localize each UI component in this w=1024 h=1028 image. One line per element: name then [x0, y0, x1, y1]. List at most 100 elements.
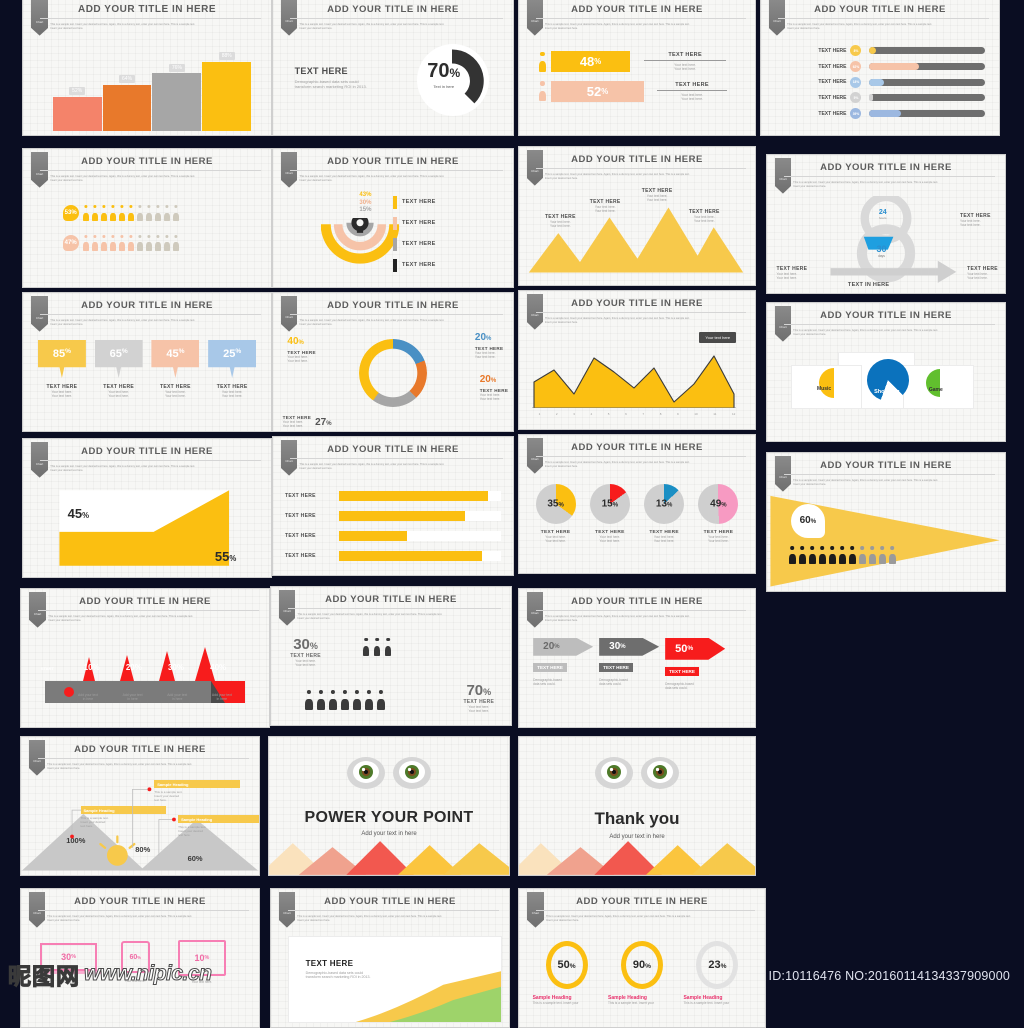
slider-row[interactable]: TEXT HERE 5%	[775, 92, 985, 104]
pie-item[interactable]: 15% TEXT HERE Your text here. Your text her…	[584, 483, 636, 543]
legend-swatch	[393, 258, 398, 272]
slide-area-green[interactable]: Chart ADD YOUR TITLE IN HERE This is a s…	[270, 888, 510, 1028]
hbar-row[interactable]: TEXT HERE	[285, 531, 501, 542]
tag-item[interactable]: 65% TEXT HERE Your text here. Your text her…	[94, 339, 143, 398]
slide-donut-4seg[interactable]: Chart ADD YOUR TITLE IN HERE This is a s…	[272, 292, 514, 432]
legend-item[interactable]: TEXT HERE	[393, 258, 499, 272]
tag-sub: Your text here.	[108, 393, 129, 398]
slide-area-line[interactable]: Chart ADD YOUR TITLE IN HERE This is a s…	[518, 290, 756, 430]
bar-item: 88%	[202, 48, 252, 131]
pie-item[interactable]: 49% TEXT HERE Your text here. Your text her…	[692, 483, 744, 543]
hbar-row[interactable]: TEXT HERE	[285, 510, 501, 521]
hbar-row[interactable]: TEXT HERE	[285, 551, 501, 562]
slide-subtitle: This is a sample text. Insert your desir…	[545, 461, 741, 469]
slide-subtitle: This is a sample text. Insert your desir…	[787, 23, 985, 31]
value-badge: 53%	[62, 205, 79, 222]
ring-item[interactable]: 90% Sample Heading This is a sample text. …	[608, 941, 676, 1005]
subtitle-line: Insert your desired text here.	[793, 332, 827, 336]
pie-item[interactable]: 13% TEXT HERE Your text here. Your text her…	[638, 483, 690, 543]
slider-thumb[interactable]: 39%	[850, 108, 862, 120]
slide-arrows-3[interactable]: Chart ADD YOUR TITLE IN HERE This is a s…	[518, 588, 756, 728]
value: 40%	[210, 662, 227, 672]
slide-sliders[interactable]: Chart ADD YOUR TITLE IN HERE This is a s…	[760, 0, 1000, 136]
cycle-callout: TEXT HERE Your text here. Your text here…	[960, 213, 991, 227]
slide-mountain-callouts[interactable]: Chart ADD YOUR TITLE IN HERE This is a s…	[20, 736, 260, 876]
people-row	[362, 637, 392, 656]
page-title: ADD YOUR TITLE IN HERE	[74, 743, 206, 755]
title-divider	[783, 323, 996, 325]
arrow-item[interactable]: 30% TEXT HERE Demographic-based data sets c…	[599, 637, 660, 686]
gauge-values: 43% 30% 15%	[359, 192, 371, 215]
slide-subtitle: This is a sample text. Insert your desir…	[299, 463, 498, 471]
slider-thumb[interactable]: 8%	[850, 45, 862, 57]
slide-people-30-70[interactable]: Chart ADD YOUR TITLE IN HERE This is a s…	[270, 586, 512, 726]
slide-mountains[interactable]: Chart ADD YOUR TITLE IN HERE This is a s…	[518, 146, 756, 286]
page-title: ADD YOUR TITLE IN HERE	[571, 297, 703, 309]
hbar-track	[338, 510, 501, 521]
arrow-item[interactable]: 50% TEXT HERE Demographic-based data sets c…	[665, 637, 726, 690]
legend-item[interactable]: TEXT HERE	[393, 216, 499, 230]
slide-subtitle: This is a sample text. Insert your desir…	[299, 23, 498, 31]
slide-subtitle: This is a sample text. Insert your desir…	[47, 915, 245, 923]
arrow-item[interactable]: 20% TEXT HERE Demographic-based data sets c…	[533, 637, 594, 686]
slide-funnel-60[interactable]: Chart ADD YOUR TITLE IN HERE This is a s…	[766, 452, 1006, 592]
bar-item: 76%	[152, 48, 202, 131]
slide-tags-4[interactable]: Chart ADD YOUR TITLE IN HERE This is a s…	[22, 292, 272, 432]
tag-item[interactable]: 85% TEXT HERE Your text here. Your text her…	[37, 339, 86, 398]
bar-label: 52%	[69, 87, 86, 96]
slide-rings-3[interactable]: Chart ADD YOUR TITLE IN HERE This is a s…	[518, 888, 766, 1028]
subtitle-line: Insert your desired text here.	[297, 616, 331, 620]
value-bar: 48%	[550, 51, 631, 73]
slide-split-45-55[interactable]: Chart ADD YOUR TITLE IN HERE This is a s…	[22, 438, 272, 578]
slider-row[interactable]: TEXT HERE 8%	[775, 45, 985, 57]
slide-bar-growth[interactable]: Chart ADD YOUR TITLE IN HERE This is a s…	[22, 0, 272, 136]
cycle-callout: TEXT HERE Your text here. Your text here…	[777, 266, 808, 280]
slider-thumb[interactable]: 5%	[850, 92, 862, 104]
slide-timeline-red[interactable]: Chart ADD YOUR TITLE IN HERE This is a s…	[20, 588, 270, 728]
slider-track	[869, 94, 985, 102]
slide-pies-4[interactable]: Chart ADD YOUR TITLE IN HERE This is a s…	[518, 434, 756, 574]
cycle-bottom-caption: TEXT IN HERE	[847, 281, 890, 288]
slide-people-5347[interactable]: Chart ADD YOUR TITLE IN HERE This is a s…	[22, 148, 272, 288]
slider-thumb[interactable]: 18%	[850, 76, 862, 88]
subtitle-line: Insert your desired text here.	[50, 178, 84, 182]
slider-thumb[interactable]: 62%	[850, 61, 862, 73]
donut-callout: 20% TEXT HERE Your text here. Your text …	[480, 374, 508, 401]
page-title: ADD YOUR TITLE IN HERE	[820, 459, 952, 471]
bar-label: 76%	[168, 63, 185, 72]
slide-donut-70[interactable]: Chart ADD YOUR TITLE IN HERE This is a s…	[272, 0, 514, 136]
callout-label: TEXT HERE	[474, 345, 504, 351]
title-divider	[37, 909, 250, 911]
callout-value: 27%	[315, 416, 332, 428]
slider-row[interactable]: TEXT HERE 39%	[775, 108, 985, 120]
slide-pies-icons[interactable]: Chart ADD YOUR TITLE IN HERE This is a s…	[766, 302, 1006, 442]
slide-thank-you[interactable]: Thank you Add your text in here	[518, 736, 756, 876]
page-title: ADD YOUR TITLE IN HERE	[77, 3, 217, 15]
slider-fill	[869, 110, 901, 118]
subtitle-line: Insert your desired text here.	[546, 918, 580, 922]
slider-row[interactable]: TEXT HERE 18%	[775, 76, 985, 88]
slide-subtitle: This is a sample text. Insert your desir…	[545, 173, 741, 181]
pie-item[interactable]: 35% TEXT HERE Your text here. Your text her…	[530, 483, 582, 543]
page-title: ADD YOUR TITLE IN HERE	[327, 155, 459, 167]
slide-power-your-point[interactable]: POWER YOUR POINT Add your text in here	[268, 736, 510, 876]
slide-subtitle: This is a sample text. Insert your desir…	[297, 613, 496, 621]
subtitle-line: Insert your desired text here.	[544, 320, 578, 324]
legend-item[interactable]: TEXT HERE	[393, 195, 499, 209]
slide-gauge-legend[interactable]: Chart ADD YOUR TITLE IN HERE This is a s…	[272, 148, 514, 288]
slide-hbars-4[interactable]: Chart ADD YOUR TITLE IN HERE This is a s…	[272, 436, 514, 576]
hbar-row[interactable]: TEXT HERE	[285, 490, 501, 501]
subtitle-line: Insert your desired text here.	[793, 482, 827, 486]
legend-item[interactable]: TEXT HERE	[393, 237, 499, 251]
slide-gender-bars[interactable]: Chart ADD YOUR TITLE IN HERE This is a s…	[518, 0, 756, 136]
title-divider	[40, 313, 262, 315]
ring-item[interactable]: 50% Sample Heading This is a sample text. …	[533, 941, 601, 1005]
tag-item[interactable]: 25% TEXT HERE Your text here. Your text her…	[208, 339, 257, 398]
tag-item[interactable]: 45% TEXT HERE Your text here. Your text her…	[151, 339, 200, 398]
tag-value: 65%	[94, 339, 143, 378]
legend-label: TEXT HERE	[402, 262, 436, 269]
slider-row[interactable]: TEXT HERE 62%	[775, 61, 985, 73]
ring-item[interactable]: 23% Sample Heading This is a sample text. …	[683, 941, 751, 1005]
slide-cycle-30days[interactable]: Chart ADD YOUR TITLE IN HERE This is a s…	[766, 154, 1006, 294]
hbar-label: TEXT HERE	[285, 492, 316, 499]
